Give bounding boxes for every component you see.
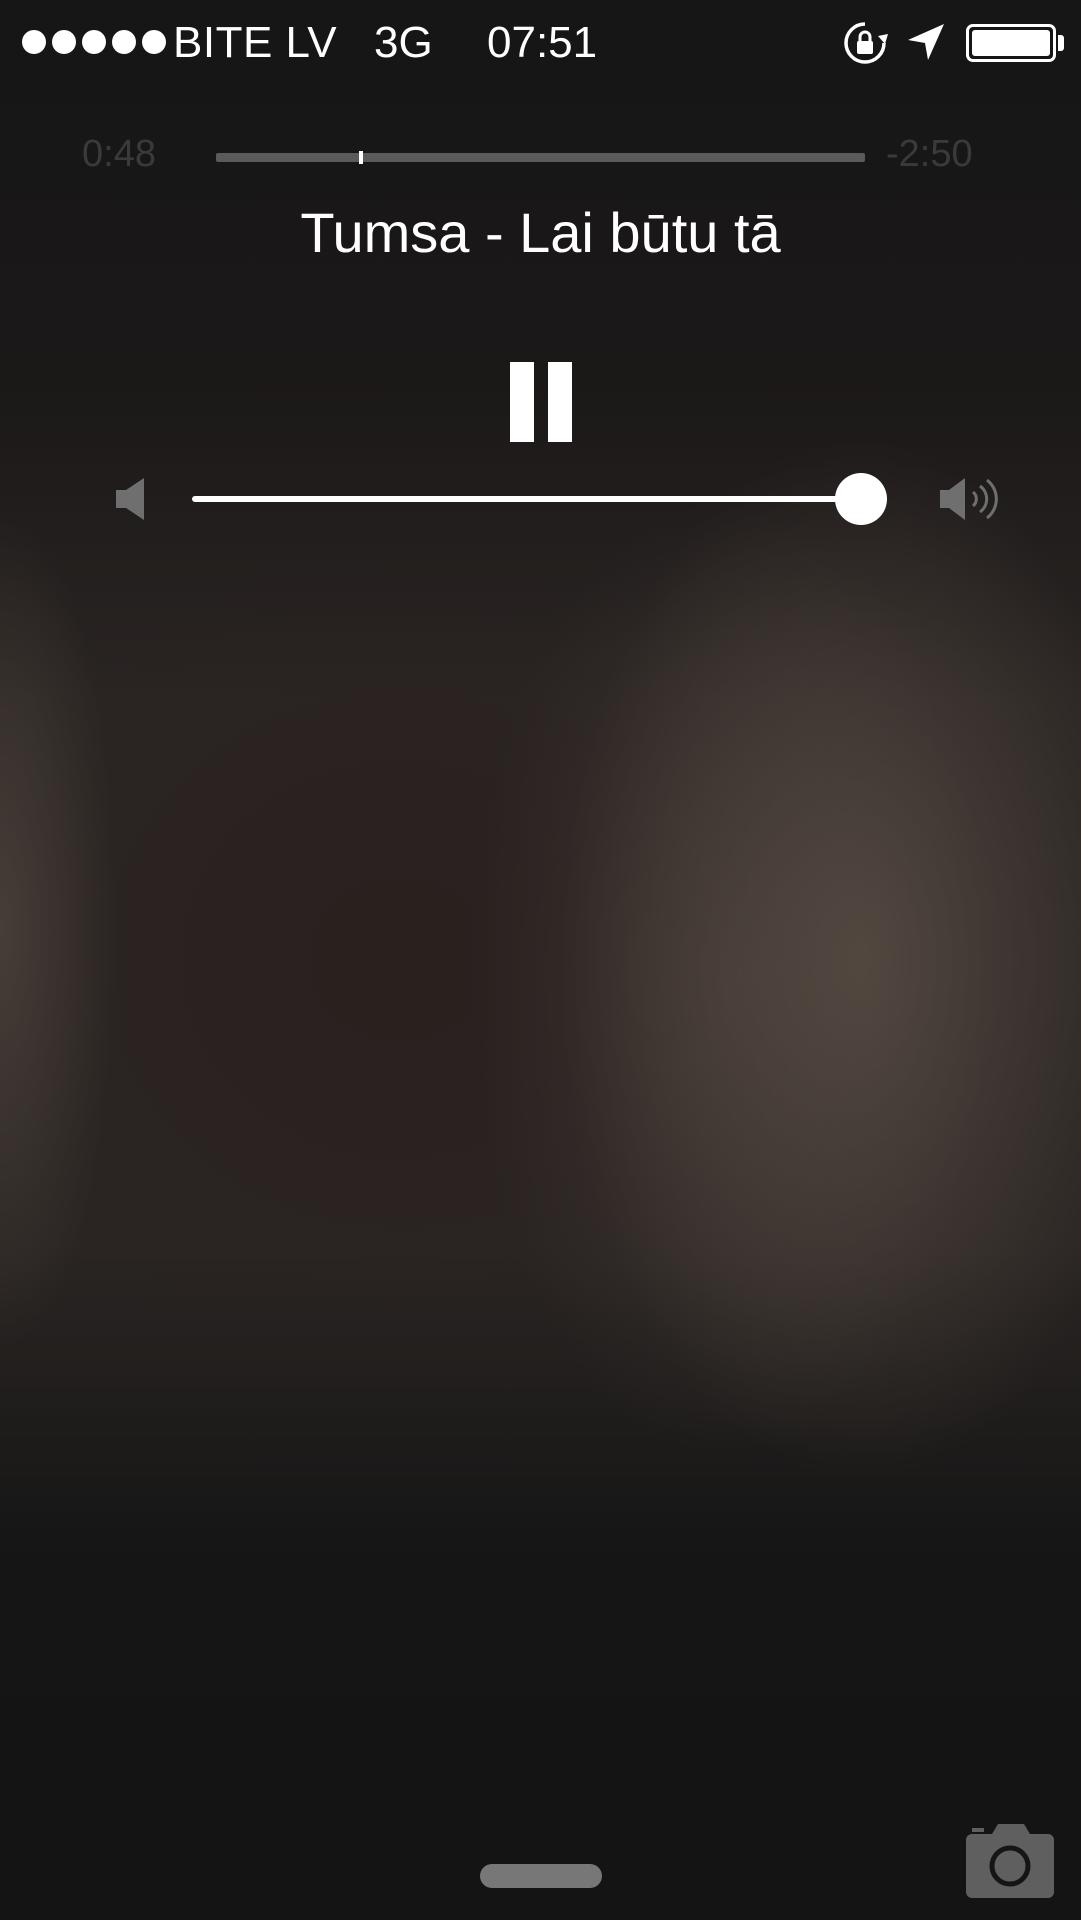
pause-icon [510,362,534,442]
pause-button[interactable] [500,362,580,446]
signal-dot [142,30,166,54]
elapsed-time: 0:48 [82,133,156,175]
location-arrow-icon [908,24,944,60]
camera-icon[interactable] [962,1820,1058,1900]
status-time: 07:51 [487,18,598,67]
signal-dot [82,30,106,54]
volume-handle[interactable] [835,473,888,525]
battery-level [972,30,1050,56]
carrier-name: BITE LV [173,18,338,67]
signal-dot [22,30,46,54]
grabber-handle[interactable] [480,1864,602,1888]
signal-strength-icon [22,30,166,54]
signal-dot [112,30,136,54]
battery-tip [1058,35,1064,51]
song-title: Tumsa - Lai būtu tā [300,201,781,264]
playback-scrubber[interactable] [216,151,865,164]
signal-dot [52,30,76,54]
pause-icon [548,362,572,442]
status-bar: BITE LV 3G 07:51 [0,0,1081,88]
network-type: 3G [374,18,433,67]
lock-screen: BITE LV 3G 07:51 0:48 -2:50 Tumsa - Lai … [0,0,1081,1920]
remaining-time: -2:50 [886,133,973,175]
volume-high-icon [940,478,998,520]
volume-low-icon [116,478,144,520]
scrubber-handle[interactable] [358,151,363,164]
blurred-artwork-background [0,0,1081,1920]
volume-slider[interactable] [192,473,888,525]
rotation-lock-icon [844,22,888,64]
battery-icon [966,24,1056,62]
